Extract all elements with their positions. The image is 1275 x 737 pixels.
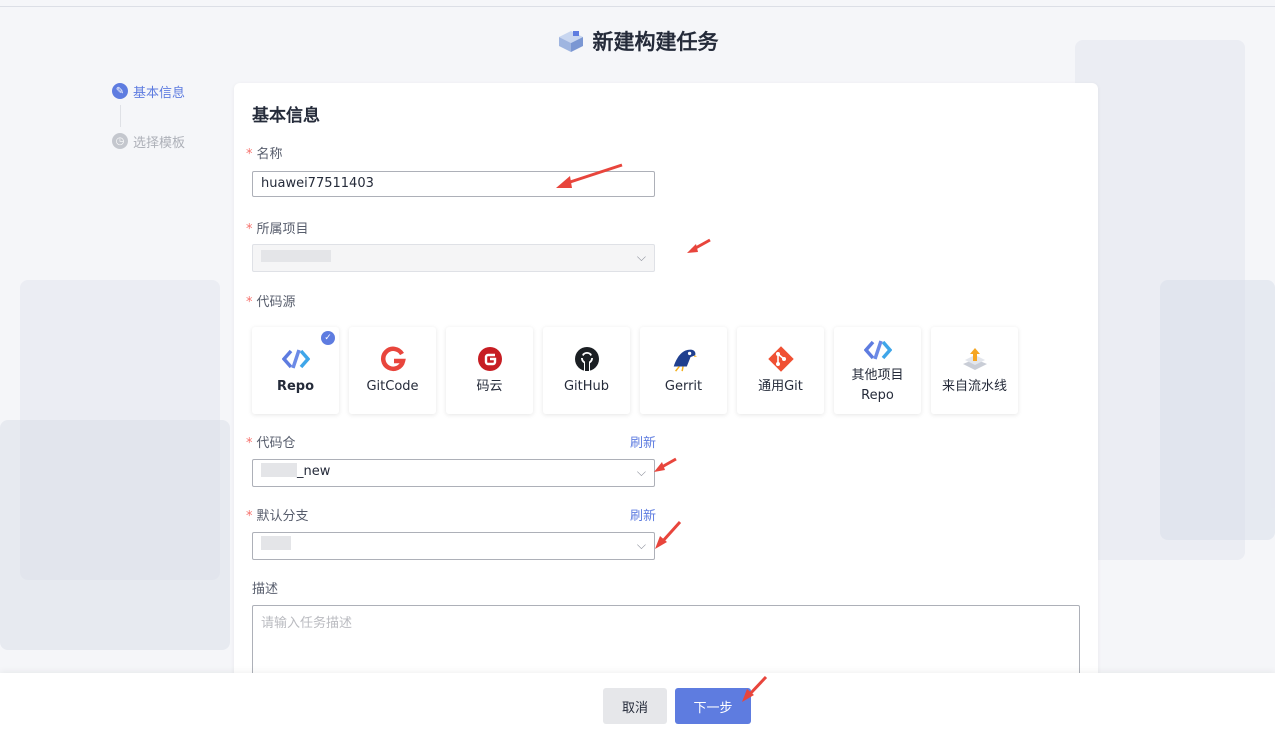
description-placeholder: 请输入任务描述 xyxy=(261,616,353,631)
background-shape xyxy=(0,420,230,650)
source-option-label: 来自流水线 xyxy=(941,378,1007,394)
repo-icon xyxy=(281,345,310,373)
page-title: 新建构建任务 xyxy=(0,26,1275,58)
redacted-value xyxy=(261,536,291,550)
source-option-label: GitHub xyxy=(563,378,610,394)
step-basic-info[interactable]: ✎ 基本信息 xyxy=(112,82,186,101)
repo-value: _new xyxy=(297,464,331,479)
source-option-label: GitCode xyxy=(366,378,419,394)
source-option-pipeline[interactable]: 来自流水线 xyxy=(931,327,1018,414)
gitcode-icon xyxy=(379,345,407,373)
footer-bar: 取消 下一步 xyxy=(0,673,1275,737)
name-input[interactable]: huawei77511403 xyxy=(252,171,655,197)
check-icon: ✓ xyxy=(321,331,335,345)
source-option-label: Repo xyxy=(276,378,315,394)
form-heading: 基本信息 xyxy=(252,106,320,126)
cancel-button[interactable]: 取消 xyxy=(603,688,667,724)
name-label: * 名称 xyxy=(246,147,283,162)
next-button[interactable]: 下一步 xyxy=(675,688,751,724)
clock-icon: ◷ xyxy=(112,133,128,149)
source-option-gitcode[interactable]: GitCode xyxy=(349,327,436,414)
pipeline-icon xyxy=(961,345,989,373)
branch-refresh-link[interactable]: 刷新 xyxy=(630,505,656,524)
gitee-icon xyxy=(476,345,504,373)
step-nav: ✎ 基本信息 ◷ 选择模板 xyxy=(112,82,186,151)
chevron-down-icon: ⌵ xyxy=(636,250,646,264)
source-option-github[interactable]: GitHub xyxy=(543,327,630,414)
redacted-value xyxy=(261,463,297,477)
project-label: * 所属项目 xyxy=(246,222,309,237)
page-title-text: 新建构建任务 xyxy=(592,30,719,54)
edit-icon: ✎ xyxy=(112,83,128,99)
cube-icon xyxy=(557,29,585,58)
step-label: 基本信息 xyxy=(133,85,186,101)
top-divider xyxy=(0,6,1275,7)
git-icon xyxy=(767,345,795,373)
source-option-label: 码云 xyxy=(476,378,503,394)
name-value: huawei77511403 xyxy=(261,176,374,191)
description-label: 描述 xyxy=(252,582,279,597)
project-select: ⌵ xyxy=(252,244,655,272)
source-option-label: Gerrit xyxy=(664,378,703,394)
gerrit-icon xyxy=(670,345,698,373)
source-option-label: 其他项目Repo xyxy=(851,367,904,403)
source-option-gitee[interactable]: 码云 xyxy=(446,327,533,414)
source-label: * 代码源 xyxy=(246,295,296,310)
redacted-value xyxy=(261,250,331,262)
source-option-other-repo[interactable]: 其他项目Repo xyxy=(834,327,921,414)
step-select-template: ◷ 选择模板 xyxy=(112,132,186,151)
source-options: ✓ Repo GitCode 码云 GitHub Gerrit 通用Git 其他… xyxy=(252,327,1028,414)
repo-icon xyxy=(863,336,892,364)
source-option-repo[interactable]: ✓ Repo xyxy=(252,327,339,414)
step-label: 选择模板 xyxy=(133,135,186,151)
chevron-down-icon: ⌵ xyxy=(636,465,646,479)
github-icon xyxy=(573,345,601,373)
form-card: 基本信息 * 名称 huawei77511403 * 所属项目 ⌵ * 代码源 ✓ R… xyxy=(234,83,1098,705)
source-option-gerrit[interactable]: Gerrit xyxy=(640,327,727,414)
chevron-down-icon: ⌵ xyxy=(636,538,646,552)
repo-select[interactable]: _new ⌵ xyxy=(252,459,655,487)
branch-select[interactable]: ⌵ xyxy=(252,532,655,560)
source-option-git[interactable]: 通用Git xyxy=(737,327,824,414)
source-option-label: 通用Git xyxy=(758,378,803,394)
step-connector xyxy=(120,105,121,127)
repo-refresh-link[interactable]: 刷新 xyxy=(630,432,656,451)
repo-label: * 代码仓 xyxy=(246,436,296,451)
branch-label: * 默认分支 xyxy=(246,509,309,524)
background-shape xyxy=(1160,280,1275,540)
